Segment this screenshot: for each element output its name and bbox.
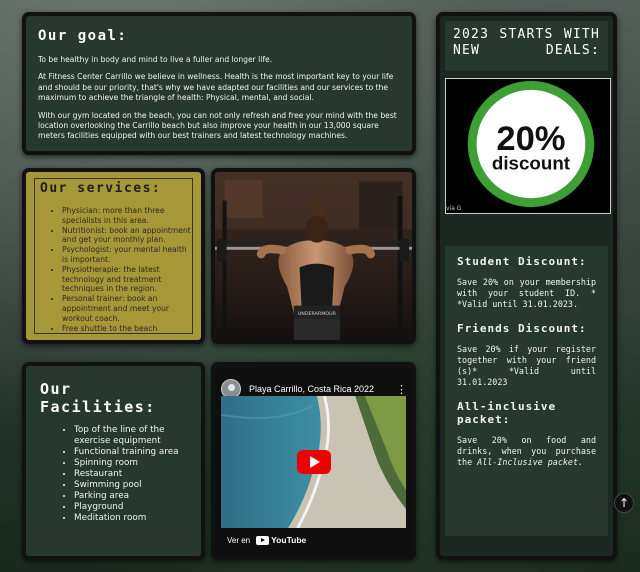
discount-badge-image: 20% discount via G [445, 78, 611, 214]
watch-on-label: Ver en [227, 535, 251, 545]
watch-on-youtube-link[interactable]: Ver en YouTube [221, 532, 406, 548]
allinclusive-text: Save 20% on food and drinks, when you pu… [457, 435, 596, 468]
deals-panel: 2023 STARTS WITH NEW DEALS: 20% discount… [436, 12, 617, 560]
deals-header: 2023 STARTS WITH NEW DEALS: [445, 21, 608, 71]
services-list-item: Free shuttle to the beach [62, 324, 191, 334]
badge-discount-label: discount [492, 153, 571, 174]
youtube-play-icon [256, 535, 270, 545]
youtube-wordmark: YouTube [271, 535, 307, 545]
facilities-title: Our Facilities: [40, 380, 156, 416]
facilities-list: Top of the line of the exercise equipmen… [38, 425, 189, 524]
facilities-list-item: Playground [74, 502, 189, 513]
gym-workout-photo: UNDERARMOUR [211, 168, 416, 344]
services-list-item: Nutritionist: book an appointment and ge… [62, 226, 191, 246]
facilities-list-item: Spinning room [74, 458, 189, 469]
services-list: Physician: more than three specialists i… [36, 206, 191, 333]
scroll-to-top-button[interactable]: ↑ [614, 493, 634, 513]
friends-discount-text: Save 20% if your register together with … [457, 344, 596, 387]
deals-body: Student Discount: Save 20% on your membe… [445, 246, 608, 536]
student-discount-text: Save 20% on your membership with your st… [457, 277, 596, 309]
image-caption: via G [446, 205, 462, 212]
student-discount-title: Student Discount: [457, 255, 587, 268]
gym-photo-illustration: UNDERARMOUR [215, 172, 412, 340]
services-list-item: Physiotherapie: the latest technology an… [62, 265, 191, 294]
video-thumbnail[interactable] [221, 396, 406, 528]
video-title-link[interactable]: Playa Carrillo, Costa Rica 2022 [249, 384, 396, 394]
allinclusive-packet-name: All-Inclusive packet. [477, 457, 584, 467]
facilities-list-item: Parking area [74, 491, 189, 502]
facilities-list-item: Restaurant [74, 469, 189, 480]
services-list-item: Psychologist: your mental health is impo… [62, 245, 191, 265]
goal-paragraph: To be healthy in body and mind to live a… [38, 55, 273, 64]
more-options-icon[interactable]: ⋮ [396, 383, 407, 396]
svg-text:UNDERARMOUR: UNDERARMOUR [298, 311, 337, 317]
goal-paragraph: With our gym located on the beach, you c… [38, 110, 397, 141]
facilities-list-item: Top of the line of the exercise equipmen… [74, 425, 189, 447]
youtube-logo: YouTube [256, 535, 306, 545]
facilities-panel: Our Facilities: Top of the line of the e… [22, 362, 205, 560]
facilities-list-item: Functional training area [74, 447, 189, 458]
youtube-video-embed[interactable]: Playa Carrillo, Costa Rica 2022 ⋮ Ver en [211, 362, 416, 560]
friends-discount-title: Friends Discount: [457, 322, 587, 335]
goal-panel: Our goal: To be healthy in body and mind… [22, 12, 416, 155]
deals-title: 2023 STARTS WITH NEW DEALS: [453, 27, 600, 58]
play-button[interactable] [296, 450, 331, 474]
discount-badge: 20% discount [446, 79, 610, 213]
allinclusive-title: All-inclusive packet: [457, 400, 557, 426]
services-title: Our services: [40, 181, 162, 196]
services-list-item: Physician: more than three specialists i… [62, 206, 191, 226]
facilities-list-item: Swimming pool [74, 480, 189, 491]
facilities-list-item: Meditation room [74, 513, 189, 524]
services-panel: Our services: Physician: more than three… [22, 168, 205, 344]
goal-paragraph: At Fitness Center Carrillo we believe in… [38, 72, 394, 103]
services-list-item: Personal trainer: book an appointment an… [62, 294, 191, 323]
goal-title: Our goal: [38, 28, 128, 44]
